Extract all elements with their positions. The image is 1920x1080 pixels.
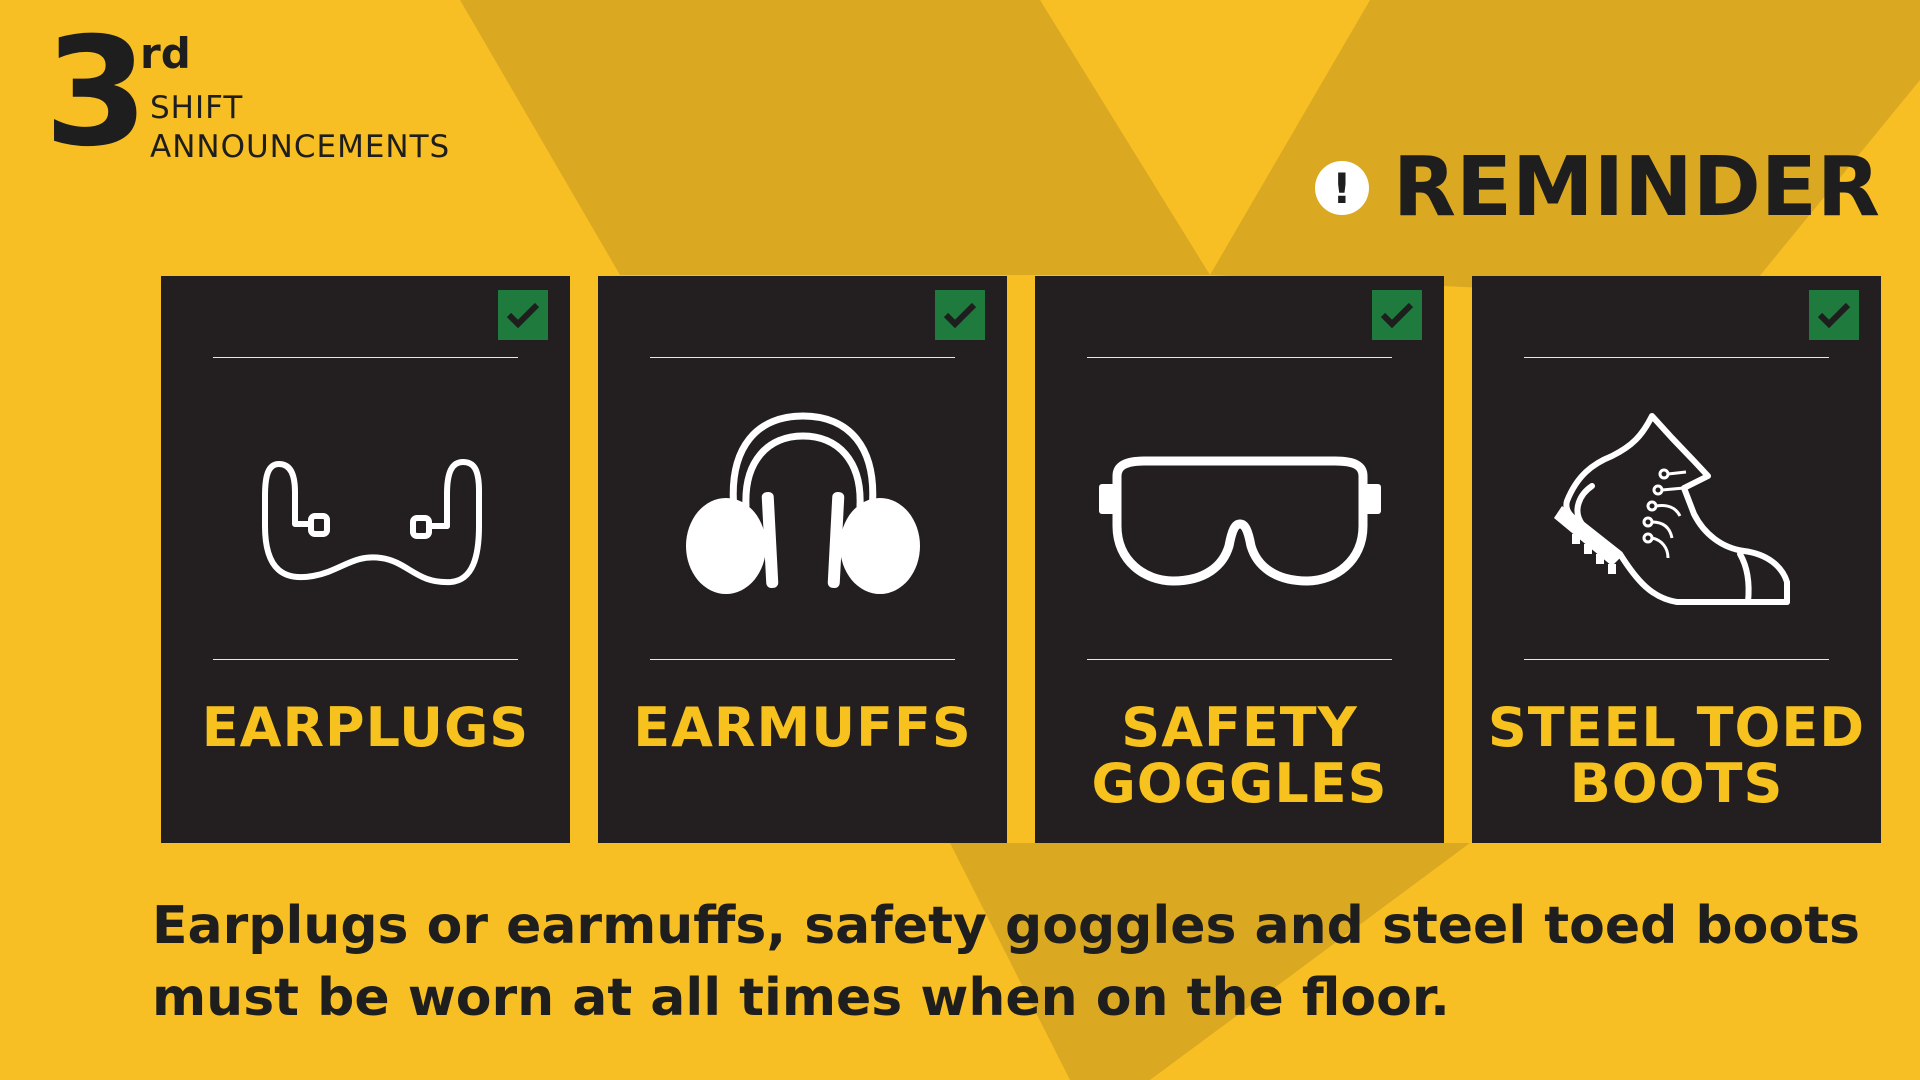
checkmark-icon bbox=[498, 290, 548, 340]
card-label: EARPLUGS bbox=[201, 696, 530, 759]
card-label: STEEL TOED BOOTS bbox=[1487, 696, 1866, 815]
shift-number-suffix: rd bbox=[140, 29, 191, 78]
card-divider-bottom bbox=[1524, 659, 1829, 660]
card-divider-top bbox=[650, 357, 955, 358]
shift-logo: 3 rd SHIFT ANNOUNCEMENTS bbox=[44, 18, 514, 170]
reminder-title: REMINDER bbox=[1392, 140, 1880, 235]
reminder-message: Earplugs or earmuffs, safety goggles and… bbox=[152, 890, 1892, 1034]
card-label: EARMUFFS bbox=[633, 696, 972, 759]
checkmark-icon bbox=[935, 290, 985, 340]
card-divider-top bbox=[1524, 357, 1829, 358]
card-label: SAFETY GOGGLES bbox=[1091, 696, 1388, 815]
card-divider-top bbox=[213, 357, 518, 358]
card-divider-bottom bbox=[650, 659, 955, 660]
announcements-label: ANNOUNCEMENTS bbox=[150, 129, 451, 165]
card-divider-top bbox=[1087, 357, 1392, 358]
safety-goggles-icon bbox=[1099, 456, 1381, 586]
checkmark-icon bbox=[1809, 290, 1859, 340]
checkmark-icon bbox=[1372, 290, 1422, 340]
card-divider-bottom bbox=[213, 659, 518, 660]
earplugs-icon bbox=[262, 459, 482, 586]
exclamation-icon: ! bbox=[1314, 161, 1369, 215]
earmuffs-icon bbox=[686, 412, 920, 594]
steel-toed-boot-icon bbox=[1554, 413, 1790, 605]
ppe-card-safety-goggles: SAFETY GOGGLES bbox=[1035, 276, 1444, 843]
message-line-1: Earplugs or earmuffs, safety goggles and… bbox=[152, 896, 1860, 956]
reminder-heading: ! REMINDER bbox=[1314, 140, 1880, 236]
shift-label: SHIFT bbox=[150, 90, 244, 126]
ppe-card-earmuffs: EARMUFFS bbox=[598, 276, 1007, 843]
ppe-cards: EARPLUGS EARMUFFS SAFETY GOGGLES STEEL T… bbox=[161, 276, 1881, 843]
message-line-2: must be worn at all times when on the fl… bbox=[152, 968, 1450, 1028]
ppe-card-earplugs: EARPLUGS bbox=[161, 276, 570, 843]
shift-number: 3 bbox=[44, 6, 149, 180]
ppe-card-steel-toed-boots: STEEL TOED BOOTS bbox=[1472, 276, 1881, 843]
card-divider-bottom bbox=[1087, 659, 1392, 660]
